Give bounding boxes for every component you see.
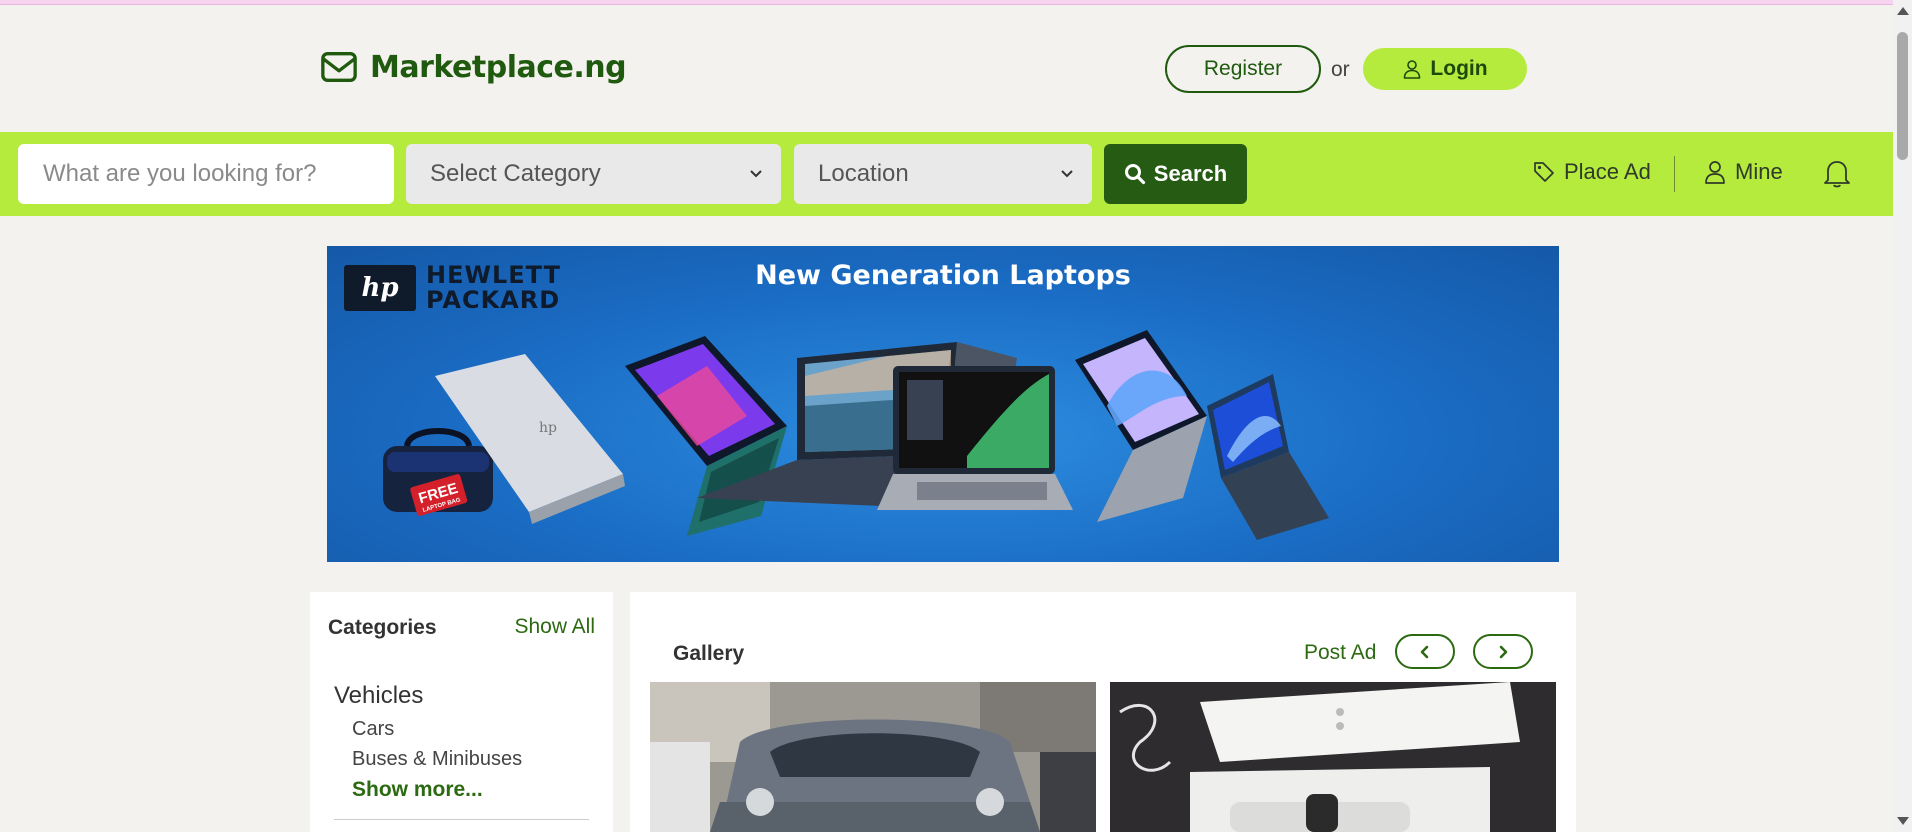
chevron-right-icon (1499, 645, 1508, 658)
category-item-buses[interactable]: Buses & Minibuses (352, 748, 522, 771)
user-icon (1404, 60, 1421, 79)
laptop-dark-blue (1207, 374, 1329, 540)
laptop-bag: FREE LAPTOP BAG (383, 428, 493, 516)
user-icon (1705, 161, 1725, 184)
category-select-value: Select Category (430, 160, 601, 187)
scrollbar-thumb[interactable] (1897, 32, 1908, 160)
register-button[interactable]: Register (1165, 45, 1321, 93)
page-scrollbar[interactable] (1893, 0, 1912, 832)
brand-name-line2: PACKARD (426, 286, 561, 314)
chevron-left-icon (1420, 645, 1429, 658)
categories-title: Categories (328, 616, 437, 639)
search-bar: Select Category Location Search Place Ad… (0, 132, 1893, 216)
location-select-value: Location (818, 160, 909, 187)
envelope-logo-icon (321, 52, 357, 82)
laptop-floral-silver (1075, 330, 1207, 522)
laptop-acer (877, 366, 1073, 510)
gallery-prev-button[interactable] (1395, 634, 1455, 669)
search-input[interactable] (18, 144, 394, 204)
banner-title: New Generation Laptops (755, 260, 1131, 291)
show-all-link[interactable]: Show All (514, 615, 595, 639)
chevron-down-icon (1061, 170, 1073, 178)
gallery-item-watch[interactable] (1110, 682, 1556, 832)
location-select[interactable]: Location (794, 144, 1092, 204)
scroll-up-arrow-icon[interactable] (1897, 7, 1909, 15)
chevron-down-icon (750, 170, 762, 178)
watch-photo (1110, 682, 1556, 832)
promo-banner[interactable]: FREE LAPTOP BAG hp hp HEWLETT PACKARD Ne… (327, 246, 1559, 562)
search-button-label: Search (1153, 161, 1228, 186)
place-ad-label: Place Ad (1564, 159, 1651, 184)
car-photo (650, 682, 1096, 832)
gallery-title: Gallery (673, 642, 745, 665)
mine-link[interactable]: Mine (1703, 159, 1783, 185)
gallery-next-button[interactable] (1473, 634, 1533, 669)
category-group-vehicles[interactable]: Vehicles (334, 682, 423, 710)
category-divider (334, 819, 589, 820)
scroll-down-arrow-icon[interactable] (1897, 817, 1909, 825)
login-button[interactable]: Login (1363, 48, 1527, 90)
laptop-green (625, 336, 787, 536)
post-ad-link[interactable]: Post Ad (1304, 641, 1376, 665)
login-label: Login (1430, 57, 1488, 80)
show-more-link[interactable]: Show more... (352, 778, 483, 802)
gallery-panel: Gallery Post Ad (630, 592, 1576, 832)
nav-divider (1674, 156, 1675, 192)
search-icon (1124, 164, 1145, 185)
search-button[interactable]: Search (1104, 144, 1247, 204)
gallery-item-car[interactable] (650, 682, 1096, 832)
bell-icon[interactable] (1822, 157, 1852, 189)
categories-panel: Categories Show All Vehicles Cars Buses … (310, 592, 613, 832)
svg-text:hp: hp (539, 420, 557, 436)
tag-icon (1534, 162, 1554, 182)
place-ad-link[interactable]: Place Ad (1532, 159, 1651, 185)
or-separator: or (1331, 58, 1350, 81)
site-name: Marketplace.ng (370, 49, 627, 85)
mine-label: Mine (1735, 159, 1783, 184)
category-item-cars[interactable]: Cars (352, 718, 394, 741)
category-select[interactable]: Select Category (406, 144, 781, 204)
site-logo[interactable]: Marketplace.ng (320, 48, 627, 86)
site-header: Marketplace.ng Register or Login (0, 5, 1893, 132)
